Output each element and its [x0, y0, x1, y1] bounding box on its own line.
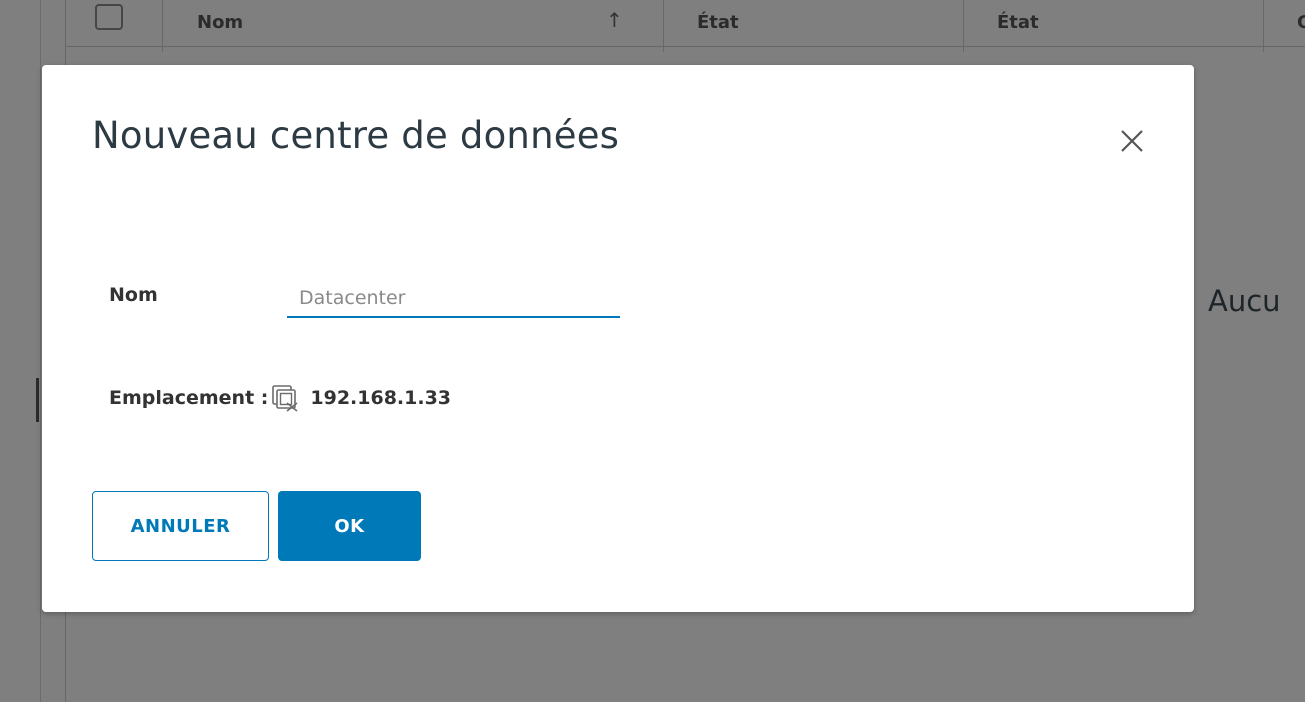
dialog-title: Nouveau centre de données	[92, 114, 620, 157]
location-row: Emplacement : 192.168.1.33	[109, 383, 451, 413]
close-button[interactable]	[1112, 121, 1152, 161]
name-label: Nom	[109, 284, 158, 306]
close-icon	[1121, 130, 1143, 152]
cancel-button[interactable]: ANNULER	[92, 491, 269, 561]
ok-button[interactable]: OK	[278, 491, 421, 561]
location-label: Emplacement :	[109, 387, 269, 409]
new-datacenter-dialog: Nouveau centre de données Nom Emplacemen…	[42, 65, 1194, 612]
datacenter-name-input[interactable]	[287, 280, 620, 318]
location-value[interactable]: 192.168.1.33	[310, 387, 451, 409]
vcenter-host-icon	[272, 385, 298, 412]
